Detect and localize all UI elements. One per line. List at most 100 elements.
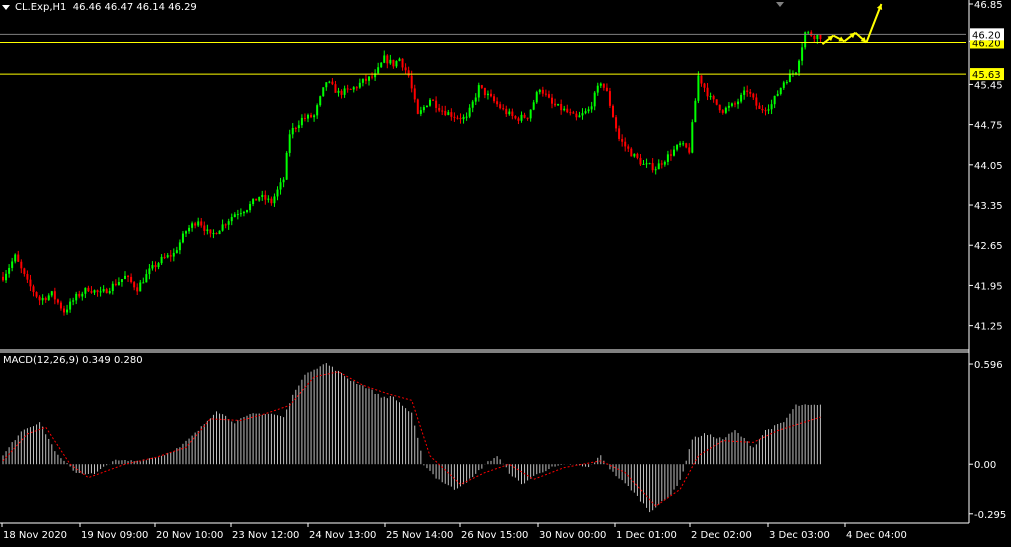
candle-body[interactable]	[572, 112, 575, 114]
candle-body[interactable]	[474, 97, 477, 102]
candle-body[interactable]	[663, 161, 666, 165]
candle-body[interactable]	[29, 279, 32, 287]
candle-body[interactable]	[618, 128, 621, 139]
candle-body[interactable]	[730, 103, 733, 106]
candle-body[interactable]	[712, 96, 715, 100]
candle-body[interactable]	[648, 163, 651, 165]
candle-body[interactable]	[252, 198, 255, 205]
candle-body[interactable]	[642, 163, 645, 165]
candle-body[interactable]	[291, 128, 294, 135]
candle-body[interactable]	[764, 110, 767, 112]
candle-body[interactable]	[197, 221, 200, 226]
candle-body[interactable]	[163, 256, 166, 258]
candle-body[interactable]	[666, 154, 669, 162]
candle-body[interactable]	[38, 296, 41, 301]
candle-body[interactable]	[230, 217, 233, 222]
candle-body[interactable]	[316, 105, 319, 116]
candle-body[interactable]	[221, 224, 224, 231]
candle-body[interactable]	[236, 214, 239, 216]
candle-body[interactable]	[654, 169, 657, 171]
candle-body[interactable]	[758, 105, 761, 109]
candle-body[interactable]	[432, 99, 435, 101]
candle-body[interactable]	[307, 114, 309, 119]
candle-body[interactable]	[438, 107, 441, 111]
candle-body[interactable]	[96, 290, 99, 292]
candle-body[interactable]	[310, 114, 313, 118]
candle-body[interactable]	[584, 111, 587, 114]
candle-body[interactable]	[11, 261, 14, 268]
candle-body[interactable]	[273, 196, 276, 204]
candle-body[interactable]	[35, 292, 38, 297]
candle-body[interactable]	[398, 58, 401, 62]
candle-body[interactable]	[17, 254, 20, 262]
candle-body[interactable]	[581, 113, 584, 116]
candle-body[interactable]	[404, 67, 407, 71]
candle-body[interactable]	[255, 198, 258, 201]
candle-body[interactable]	[206, 229, 209, 231]
candle-body[interactable]	[425, 105, 428, 108]
candle-body[interactable]	[172, 252, 175, 257]
candle-body[interactable]	[612, 105, 614, 118]
candle-body[interactable]	[401, 58, 404, 68]
candle-body[interactable]	[700, 75, 703, 84]
candle-body[interactable]	[267, 198, 270, 200]
candle-body[interactable]	[798, 60, 801, 73]
candle-body[interactable]	[535, 92, 538, 103]
candle-body[interactable]	[346, 88, 349, 90]
candle-body[interactable]	[142, 282, 145, 284]
candle-body[interactable]	[593, 92, 596, 107]
candle-body[interactable]	[127, 275, 130, 277]
candle-body[interactable]	[520, 114, 523, 121]
candle-body[interactable]	[505, 108, 508, 115]
candle-body[interactable]	[590, 106, 593, 110]
candle-body[interactable]	[227, 221, 230, 225]
candle-body[interactable]	[727, 105, 730, 108]
candle-body[interactable]	[383, 55, 386, 63]
candle-body[interactable]	[105, 289, 108, 294]
candle-body[interactable]	[502, 108, 505, 110]
candle-body[interactable]	[218, 230, 221, 235]
candle-body[interactable]	[636, 153, 639, 158]
candle-body[interactable]	[529, 109, 532, 119]
candle-body[interactable]	[69, 301, 72, 310]
candle-body[interactable]	[355, 87, 358, 89]
candle-body[interactable]	[459, 117, 462, 120]
candle-body[interactable]	[718, 104, 721, 111]
candle-body[interactable]	[410, 75, 413, 89]
candle-body[interactable]	[136, 287, 139, 292]
candle-body[interactable]	[795, 72, 797, 74]
candle-body[interactable]	[569, 112, 572, 114]
candle-body[interactable]	[676, 144, 679, 150]
candle-body[interactable]	[242, 211, 245, 214]
candle-body[interactable]	[340, 90, 343, 95]
chart-menu-triangle-icon[interactable]	[2, 4, 10, 10]
candle-body[interactable]	[261, 194, 264, 198]
candle-body[interactable]	[178, 242, 181, 251]
candle-body[interactable]	[108, 291, 111, 294]
candle-body[interactable]	[145, 274, 148, 283]
candle-body[interactable]	[544, 93, 547, 95]
candle-body[interactable]	[480, 85, 483, 88]
candle-body[interactable]	[99, 291, 102, 293]
candle-body[interactable]	[724, 107, 727, 113]
candle-body[interactable]	[660, 163, 663, 165]
candle-body[interactable]	[801, 47, 804, 61]
candle-body[interactable]	[560, 103, 563, 111]
candle-body[interactable]	[56, 299, 59, 303]
candle-body[interactable]	[175, 250, 178, 253]
candle-body[interactable]	[490, 93, 492, 97]
candle-body[interactable]	[209, 229, 212, 234]
candle-body[interactable]	[343, 88, 346, 95]
candle-body[interactable]	[444, 110, 447, 116]
candle-body[interactable]	[20, 261, 23, 269]
candle-body[interactable]	[447, 112, 450, 116]
candle-body[interactable]	[288, 134, 291, 153]
candle-body[interactable]	[773, 95, 776, 105]
candle-body[interactable]	[752, 93, 755, 98]
candle-body[interactable]	[114, 283, 117, 286]
candle-body[interactable]	[602, 83, 605, 88]
candle-body[interactable]	[200, 221, 203, 226]
candle-body[interactable]	[627, 146, 630, 149]
candle-body[interactable]	[615, 117, 618, 129]
candle-body[interactable]	[151, 265, 154, 269]
